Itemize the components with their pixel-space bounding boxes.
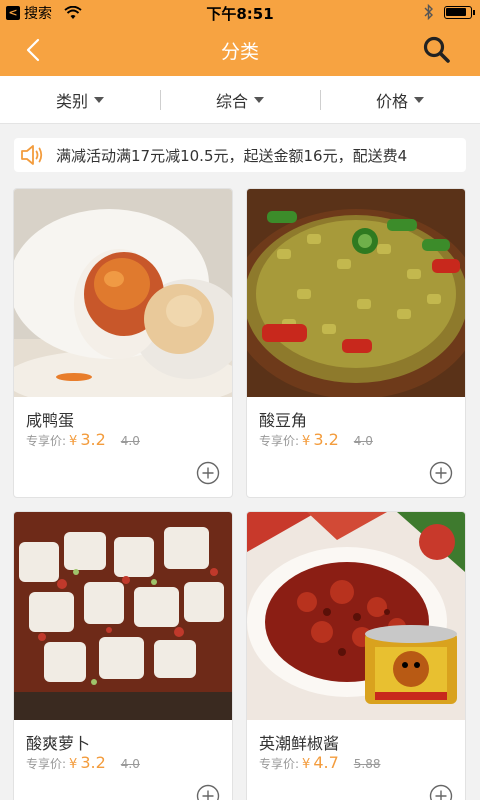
add-to-cart-icon[interactable] — [429, 784, 453, 800]
battery-icon — [444, 5, 475, 19]
chevron-down-icon — [254, 96, 264, 103]
promo-notice: 满减活动满17元减10.5元，起送金额16元，配送费4 — [14, 138, 466, 172]
battery-fill — [446, 7, 466, 16]
price-label: 专享价: — [259, 434, 300, 448]
product-name: 英潮鲜椒酱 — [259, 734, 340, 753]
product-original-price: 4.0 — [120, 434, 140, 448]
product-card[interactable]: 酸豆角 专享价: ¥ 3.2 4.0 — [246, 188, 466, 498]
chevron-down-icon — [94, 96, 104, 103]
product-image-pickled-radish — [14, 512, 232, 720]
bluetooth-icon — [424, 4, 433, 20]
product-name: 咸鸭蛋 — [26, 411, 75, 430]
search-icon[interactable] — [422, 35, 452, 65]
filter-category-label: 类别 — [55, 91, 88, 111]
product-price: 4.7 — [313, 753, 339, 772]
filter-price-label: 价格 — [375, 91, 408, 111]
filter-sort[interactable]: 综合 — [160, 76, 320, 123]
product-image-sour-beans — [247, 189, 465, 397]
currency-symbol: ¥ — [302, 434, 311, 449]
promo-notice-text: 满减活动满17元减10.5元，起送金额16元，配送费4 — [56, 146, 408, 165]
product-price-row: 专享价: ¥ 4.7 5.88 — [259, 753, 381, 772]
price-label: 专享价: — [26, 757, 67, 771]
product-image-salted-egg — [14, 189, 232, 397]
product-name: 酸爽萝卜 — [26, 734, 91, 753]
page-title: 分类 — [220, 41, 259, 63]
price-label: 专享价: — [26, 434, 67, 448]
status-bar: < 搜索 下午8:51 — [0, 0, 480, 24]
filter-category[interactable]: 类别 — [0, 76, 160, 123]
product-name: 酸豆角 — [259, 411, 308, 430]
product-price: 3.2 — [313, 430, 339, 449]
currency-symbol: ¥ — [69, 434, 78, 449]
price-label: 专享价: — [259, 757, 300, 771]
product-price-row: 专享价: ¥ 3.2 4.0 — [26, 430, 140, 449]
product-card[interactable]: 酸爽萝卜 专享价: ¥ 3.2 4.0 — [13, 511, 233, 800]
product-original-price: 4.0 — [120, 757, 140, 771]
product-original-price: 4.0 — [353, 434, 373, 448]
product-image-chili-sauce — [247, 512, 465, 720]
speaker-icon — [21, 145, 43, 165]
product-price: 3.2 — [80, 430, 106, 449]
nav-bar: 分类 — [0, 24, 480, 76]
filter-bar: 类别 综合 价格 — [0, 76, 480, 124]
filter-sort-label: 综合 — [215, 91, 248, 111]
add-to-cart-icon[interactable] — [429, 461, 453, 485]
add-to-cart-icon[interactable] — [196, 784, 220, 800]
add-to-cart-icon[interactable] — [196, 461, 220, 485]
chevron-down-icon — [414, 96, 424, 103]
filter-price[interactable]: 价格 — [320, 76, 480, 123]
product-price-row: 专享价: ¥ 3.2 4.0 — [26, 753, 140, 772]
product-price-row: 专享价: ¥ 3.2 4.0 — [259, 430, 373, 449]
product-original-price: 5.88 — [353, 757, 381, 771]
status-time: 下午8:51 — [206, 5, 274, 23]
product-card[interactable]: 咸鸭蛋 专享价: ¥ 3.2 4.0 — [13, 188, 233, 498]
currency-symbol: ¥ — [69, 757, 78, 772]
currency-symbol: ¥ — [302, 757, 311, 772]
product-price: 3.2 — [80, 753, 106, 772]
product-card[interactable]: 英潮鲜椒酱 专享价: ¥ 4.7 5.88 — [246, 511, 466, 800]
